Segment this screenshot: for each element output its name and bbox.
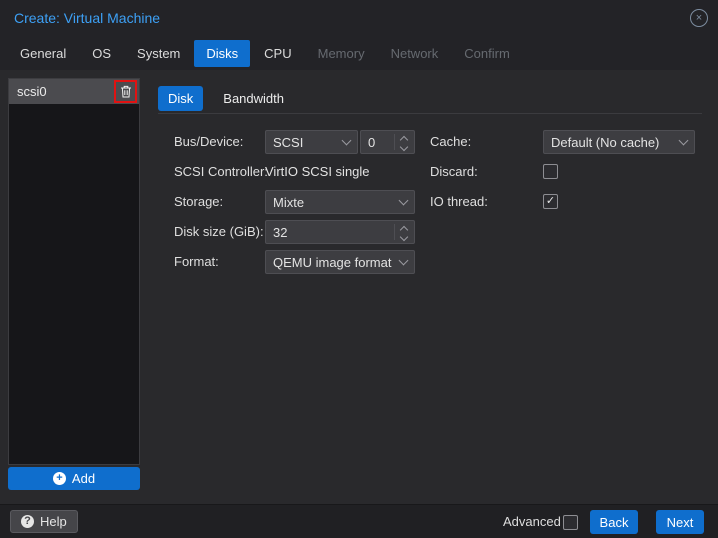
question-circle-icon: ? (21, 515, 34, 528)
disk-size-spinner[interactable]: 32 (265, 220, 415, 244)
disk-item-label: scsi0 (17, 84, 47, 99)
bus-device-label: Bus/Device: (174, 134, 244, 149)
bus-number-spinner[interactable]: 0 (360, 130, 415, 154)
disk-sub-tab-bar: Disk Bandwidth (158, 86, 702, 114)
subtab-bandwidth[interactable]: Bandwidth (213, 86, 294, 111)
io-thread-checkbox[interactable]: ✓ (543, 194, 558, 209)
format-combo[interactable]: QEMU image format (265, 250, 415, 274)
bus-combo-value: SCSI (273, 134, 304, 150)
subtab-disk[interactable]: Disk (158, 86, 204, 111)
tab-os[interactable]: OS (80, 40, 123, 67)
disk-size-value: 32 (273, 224, 288, 240)
disk-list-panel: scsi0 (8, 78, 140, 465)
format-combo-value: QEMU image format (273, 254, 392, 270)
spinner-arrows-icon[interactable] (394, 224, 409, 241)
delete-disk-button[interactable] (117, 83, 135, 101)
chevron-down-icon (398, 255, 409, 266)
storage-combo[interactable]: Mixte (265, 190, 415, 214)
disk-list-item-scsi0[interactable]: scsi0 (9, 79, 139, 104)
help-button-label: Help (40, 514, 67, 529)
bus-number-value: 0 (368, 134, 376, 150)
cache-combo-value: Default (No cache) (551, 134, 660, 150)
format-label: Format: (174, 254, 219, 269)
back-button[interactable]: Back (590, 510, 638, 534)
annotation-highlight-box (114, 80, 137, 103)
title-bar: Create: Virtual Machine × (0, 0, 718, 36)
content-area: scsi0 + Add Disk Bandwidth Bus/Device: S… (0, 70, 718, 504)
scsi-controller-label: SCSI Controller: (174, 164, 268, 179)
tab-system[interactable]: System (125, 40, 192, 67)
spinner-arrows-icon[interactable] (394, 134, 409, 151)
io-thread-label: IO thread: (430, 194, 488, 209)
bus-combo[interactable]: SCSI (265, 130, 358, 154)
advanced-label: Advanced (503, 514, 561, 529)
close-icon[interactable]: × (690, 9, 708, 27)
add-button-label: Add (71, 471, 96, 486)
tab-general[interactable]: General (8, 40, 78, 67)
add-disk-button[interactable]: + Add (8, 467, 140, 490)
tab-memory: Memory (317, 45, 365, 61)
dialog-title: Create: Virtual Machine (14, 10, 161, 26)
wizard-tab-bar: General OS System Disks CPU Memory Netwo… (0, 36, 718, 70)
chevron-down-icon (678, 135, 689, 146)
discard-checkbox[interactable] (543, 164, 558, 179)
tab-network: Network (390, 45, 439, 61)
help-button[interactable]: ? Help (10, 510, 78, 533)
check-icon: ✓ (545, 195, 556, 207)
tab-cpu[interactable]: CPU (252, 40, 303, 67)
storage-combo-value: Mixte (273, 194, 305, 210)
scsi-controller-value: VirtIO SCSI single (265, 164, 370, 179)
create-vm-dialog: Create: Virtual Machine × General OS Sys… (0, 0, 718, 538)
storage-label: Storage: (174, 194, 224, 209)
footer-bar: ? Help Advanced Back Next (0, 504, 718, 538)
chevron-down-icon (398, 195, 409, 206)
tab-disks[interactable]: Disks (194, 39, 251, 67)
trash-icon (120, 85, 131, 98)
discard-label: Discard: (430, 164, 478, 179)
next-button[interactable]: Next (656, 510, 704, 534)
disk-size-label: Disk size (GiB): (174, 224, 264, 239)
cache-combo[interactable]: Default (No cache) (543, 130, 695, 154)
chevron-down-icon (341, 135, 352, 146)
advanced-checkbox[interactable] (563, 515, 578, 530)
tab-confirm: Confirm (464, 45, 510, 61)
plus-circle-icon: + (52, 472, 66, 485)
cache-label: Cache: (430, 134, 472, 149)
